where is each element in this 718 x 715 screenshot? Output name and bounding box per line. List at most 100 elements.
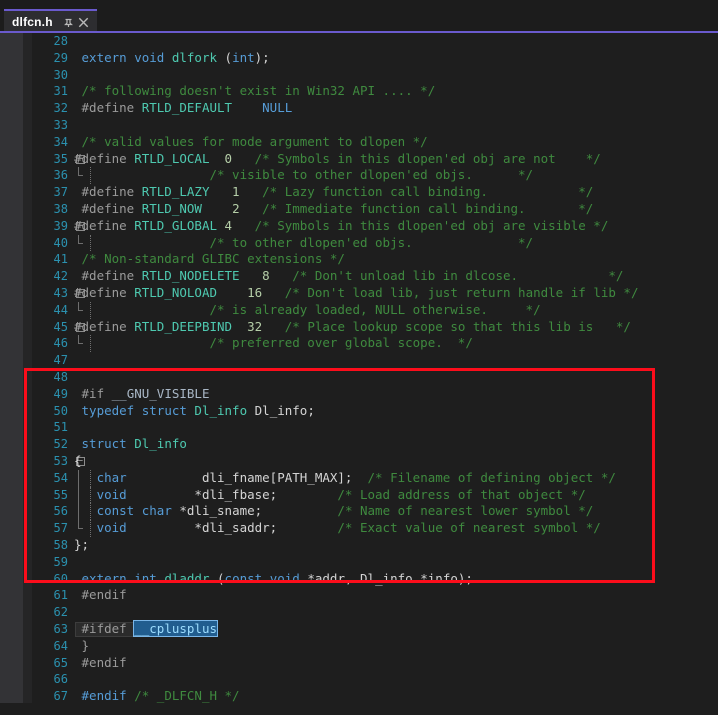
code-line[interactable]: 32 #define RTLD_DEFAULT NULL xyxy=(32,100,718,117)
code-token: /* Exact value of nearest symbol */ xyxy=(277,520,601,536)
code-token: struct xyxy=(134,402,187,418)
code-token: ( xyxy=(217,570,225,586)
code-line[interactable]: 34 /* valid values for mode argument to … xyxy=(32,134,718,151)
code-line[interactable]: 57 void *dli_saddr; /* Exact value of ne… xyxy=(32,520,718,537)
code-line[interactable]: 51 xyxy=(32,419,718,436)
code-line[interactable]: 29 extern void dlfork (int); xyxy=(32,50,718,67)
line-number: 65 xyxy=(53,655,68,670)
line-number: 43 xyxy=(53,286,68,300)
line-number: 28 xyxy=(53,34,68,48)
code-token: /* is already loaded, NULL otherwise. */ xyxy=(74,301,541,317)
code-lines[interactable]: 28 29 extern void dlfork (int); 30 31 /* fo… xyxy=(32,33,718,703)
code-line[interactable]: 28 xyxy=(32,33,718,50)
gutter-margin xyxy=(23,33,32,703)
code-line[interactable]: 52 struct Dl_info xyxy=(32,436,718,453)
code-token: #define xyxy=(74,285,135,300)
code-line[interactable]: 36 /* visible to other dlopen'ed objs. *… xyxy=(32,167,718,185)
code-token: /* visible to other dlopen'ed objs. */ xyxy=(74,167,534,183)
code-line[interactable]: 39– #define RTLD_GLOBAL 4 /* Symbols in t… xyxy=(32,218,718,235)
line-number: 53 xyxy=(53,454,68,468)
code-token: } xyxy=(74,637,90,653)
code-line[interactable]: 45– #define RTLD_DEEPBIND 32 /* Place loo… xyxy=(32,319,718,336)
code-line[interactable]: 41 /* Non-standard GLIBC extensions */ xyxy=(32,251,718,268)
code-token: ( xyxy=(224,49,233,65)
code-token: void xyxy=(262,570,300,586)
line-number: 63 xyxy=(53,622,68,636)
code-line[interactable]: 50 typedef struct Dl_info Dl_info; xyxy=(32,403,718,420)
code-line[interactable]: 35– #define RTLD_LOCAL 0 /* Symbols in th… xyxy=(32,151,718,168)
code-token: RTLD_LAZY xyxy=(141,184,210,200)
code-line[interactable]: 46 /* preferred over global scope. */ xyxy=(32,335,718,353)
code-line[interactable]: 60 extern int dladdr (const void *addr, … xyxy=(32,571,718,588)
code-line[interactable]: 43– #define RTLD_NOLOAD 16 /* Don't load … xyxy=(32,285,718,302)
code-line[interactable]: 37 #define RTLD_LAZY 1 /* Lazy function … xyxy=(32,184,718,201)
line-number: 52 xyxy=(53,437,68,452)
pin-icon[interactable] xyxy=(62,14,76,30)
code-token: /* Symbols in this dlopen'ed obj are vis… xyxy=(232,217,609,233)
code-token: RTLD_NOLOAD xyxy=(134,285,218,300)
line-text: /* to other dlopen'ed objs. */ xyxy=(74,235,533,252)
code-line[interactable]: 47 xyxy=(32,352,718,369)
code-token: const xyxy=(74,503,135,519)
code-line[interactable]: 31 /* following doesn't exist in Win32 A… xyxy=(32,83,718,100)
code-line[interactable]: 59 xyxy=(32,554,718,571)
code-line[interactable]: 65 #endif xyxy=(32,655,718,672)
code-editor[interactable]: 28 29 extern void dlfork (int); 30 31 /* fo… xyxy=(0,33,718,703)
code-line[interactable]: 30 xyxy=(32,67,718,84)
line-number: 45 xyxy=(53,319,68,334)
code-line[interactable]: 40 /* to other dlopen'ed objs. */ xyxy=(32,234,718,252)
code-token: 32 xyxy=(247,318,263,334)
code-token: 1 xyxy=(232,184,240,200)
code-token: dli_fname[PATH_MAX]; xyxy=(126,469,353,485)
code-token: extern xyxy=(74,49,127,65)
code-token: /* Load address of that object */ xyxy=(277,486,586,502)
code-line[interactable]: 48 xyxy=(32,369,718,386)
code-token: /* Name of nearest lower symbol */ xyxy=(262,503,594,519)
code-line[interactable]: 61 #endif xyxy=(32,587,718,604)
selected-token[interactable]: __cplusplus xyxy=(133,620,219,637)
code-line[interactable]: 54 char dli_fname[PATH_MAX]; /* Filename… xyxy=(32,469,718,487)
code-token: /* Filename of defining object */ xyxy=(352,469,616,485)
code-token: /* Place lookup scope so that this lib i… xyxy=(262,318,631,334)
code-line[interactable]: 53–{ xyxy=(32,453,718,470)
line-text: void *dli_fbase; /* Load address of that… xyxy=(74,487,586,504)
code-line[interactable]: 44 /* is already loaded, NULL otherwise.… xyxy=(32,301,718,319)
close-icon[interactable] xyxy=(77,14,91,30)
code-token: int xyxy=(232,49,255,65)
code-line[interactable]: 55 void *dli_fbase; /* Load address of t… xyxy=(32,486,718,504)
code-line[interactable]: 66 xyxy=(32,671,718,688)
line-text: #define RTLD_DEFAULT NULL xyxy=(74,100,293,117)
code-token: #if xyxy=(74,385,112,401)
line-number: 51 xyxy=(53,420,68,435)
code-line[interactable]: 49 #if __GNU_VISIBLE xyxy=(32,386,718,403)
code-token: #endif xyxy=(74,654,127,670)
code-token: /* Lazy function call binding. */ xyxy=(239,184,594,200)
code-token: #define xyxy=(74,100,142,116)
code-token: #define xyxy=(74,201,142,216)
code-line[interactable]: 67 #endif /* _DLFCN_H */ xyxy=(32,688,718,703)
code-line[interactable]: 33 xyxy=(32,117,718,134)
tab-bar: dlfcn.h xyxy=(0,0,718,33)
code-line[interactable]: 62 xyxy=(32,604,718,621)
line-text: /* valid values for mode argument to dlo… xyxy=(74,134,428,151)
line-number: 64 xyxy=(53,638,68,653)
code-line[interactable]: 42 #define RTLD_NODELETE 8 /* Don't unlo… xyxy=(32,268,718,285)
tab-dlfcn-h[interactable]: dlfcn.h xyxy=(4,9,97,33)
code-token: int xyxy=(126,570,157,586)
line-number: 47 xyxy=(53,353,68,368)
code-token: 8 xyxy=(262,268,270,284)
line-number: 31 xyxy=(53,84,68,99)
line-text: typedef struct Dl_info Dl_info; xyxy=(74,403,315,420)
code-line[interactable]: 56 const char *dli_sname; /* Name of nea… xyxy=(32,503,718,521)
code-line[interactable]: 38 #define RTLD_NOW 2 /* Immediate funct… xyxy=(32,201,718,218)
code-token: /* to other dlopen'ed objs. */ xyxy=(74,234,534,250)
code-line[interactable]: 58}; xyxy=(32,537,718,554)
code-token: /* Immediate function call binding. */ xyxy=(239,201,594,216)
line-number: 36 xyxy=(53,168,68,183)
code-line[interactable]: 63 #ifdef __cplusplus xyxy=(32,620,718,638)
code-line[interactable]: 64 } xyxy=(32,638,718,655)
